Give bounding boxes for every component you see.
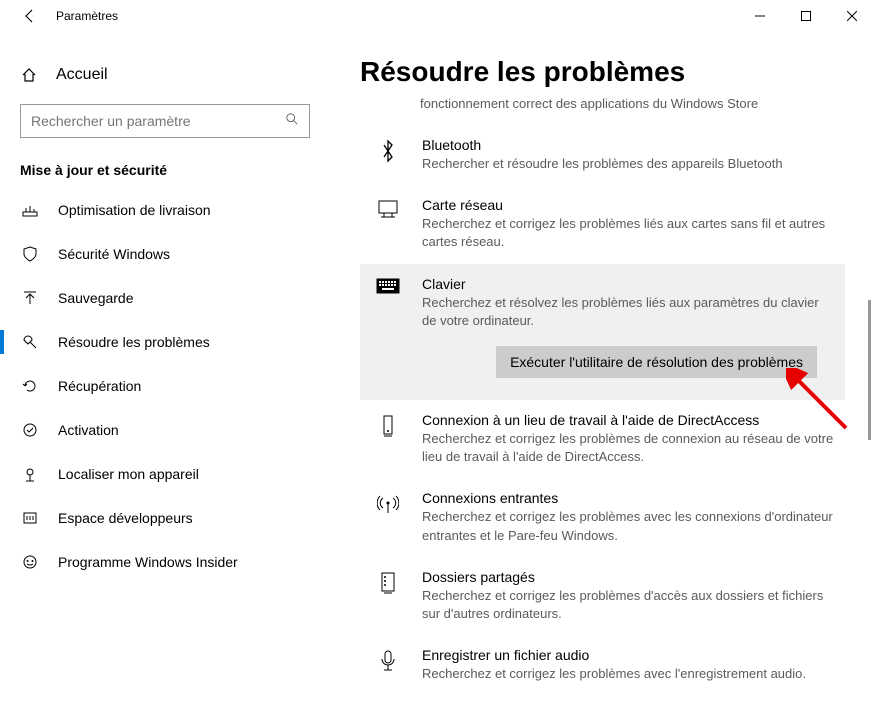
troubleshooter-title: Connexion à un lieu de travail à l'aide … [422, 412, 835, 428]
titlebar: Paramètres [0, 0, 875, 32]
home-label: Accueil [56, 66, 108, 84]
sidebar-item-label: Programme Windows Insider [58, 554, 238, 570]
sidebar-item-label: Localiser mon appareil [58, 466, 199, 482]
troubleshooter-desc: Recherchez et résolvez les problèmes lié… [422, 294, 835, 330]
troubleshooter-list: Bluetooth Rechercher et résoudre les pro… [360, 125, 845, 695]
delivery-icon [20, 202, 40, 218]
troubleshooter-desc: Recherchez et corrigez les problèmes de … [422, 430, 835, 466]
troubleshooter-title: Bluetooth [422, 137, 835, 153]
sidebar-item-label: Sauvegarde [58, 290, 134, 306]
troubleshooter-desc: Recherchez et corrigez les problèmes ave… [422, 508, 835, 544]
troubleshoot-icon [20, 334, 40, 350]
developers-icon [20, 510, 40, 526]
troubleshooter-title: Dossiers partagés [422, 569, 835, 585]
minimize-button[interactable] [737, 0, 783, 32]
location-icon [20, 466, 40, 482]
home-button[interactable]: Accueil [0, 60, 330, 94]
scrollbar[interactable] [868, 300, 871, 440]
sidebar-item-activation[interactable]: Activation [0, 408, 330, 452]
sidebar: Accueil Mise à jour et sécurité Optimisa… [0, 32, 330, 702]
sidebar-item-windows-security[interactable]: Sécurité Windows [0, 232, 330, 276]
sidebar-item-label: Activation [58, 422, 119, 438]
sidebar-item-find-my-device[interactable]: Localiser mon appareil [0, 452, 330, 496]
keyboard-icon [370, 276, 406, 388]
shield-icon [20, 246, 40, 262]
sidebar-item-label: Résoudre les problèmes [58, 334, 210, 350]
sidebar-item-for-developers[interactable]: Espace développeurs [0, 496, 330, 540]
backup-icon [20, 290, 40, 306]
sidebar-item-windows-insider[interactable]: Programme Windows Insider [0, 540, 330, 584]
sidebar-item-recovery[interactable]: Récupération [0, 364, 330, 408]
troubleshooter-item-directaccess[interactable]: Connexion à un lieu de travail à l'aide … [360, 400, 845, 478]
activation-icon [20, 422, 40, 438]
search-field[interactable] [31, 113, 285, 129]
nav-list: Optimisation de livraison Sécurité Windo… [0, 188, 330, 584]
network-adapter-icon [370, 197, 406, 251]
antenna-icon [370, 490, 406, 544]
troubleshooter-title: Connexions entrantes [422, 490, 835, 506]
shared-folders-icon [370, 569, 406, 623]
search-input[interactable] [20, 104, 310, 138]
page-title: Résoudre les problèmes [360, 56, 845, 88]
home-icon [20, 67, 38, 83]
window-title: Paramètres [56, 9, 118, 23]
sidebar-item-troubleshoot[interactable]: Résoudre les problèmes [0, 320, 330, 364]
sidebar-item-label: Espace développeurs [58, 510, 193, 526]
microphone-icon [370, 647, 406, 683]
sidebar-item-delivery-optimization[interactable]: Optimisation de livraison [0, 188, 330, 232]
troubleshooter-desc: Rechercher et résoudre les problèmes des… [422, 155, 835, 173]
troubleshooter-item-keyboard[interactable]: Clavier Recherchez et résolvez les probl… [360, 264, 845, 400]
recovery-icon [20, 378, 40, 394]
page-subdesc: fonctionnement correct des applications … [420, 96, 845, 111]
troubleshooter-item-incoming-connections[interactable]: Connexions entrantes Recherchez et corri… [360, 478, 845, 556]
troubleshooter-desc: Recherchez et corrigez les problèmes ave… [422, 665, 835, 683]
sidebar-item-label: Optimisation de livraison [58, 202, 211, 218]
directaccess-icon [370, 412, 406, 466]
run-troubleshooter-button[interactable]: Exécuter l'utilitaire de résolution des … [496, 346, 817, 378]
troubleshooter-item-recording-audio[interactable]: Enregistrer un fichier audio Recherchez … [360, 635, 845, 695]
sidebar-item-backup[interactable]: Sauvegarde [0, 276, 330, 320]
maximize-button[interactable] [783, 0, 829, 32]
sidebar-item-label: Sécurité Windows [58, 246, 170, 262]
close-button[interactable] [829, 0, 875, 32]
back-button[interactable] [16, 8, 44, 24]
troubleshooter-title: Carte réseau [422, 197, 835, 213]
troubleshooter-item-shared-folders[interactable]: Dossiers partagés Recherchez et corrigez… [360, 557, 845, 635]
bluetooth-icon [370, 137, 406, 173]
main-content: Résoudre les problèmes fonctionnement co… [330, 32, 875, 702]
section-title: Mise à jour et sécurité [0, 156, 330, 188]
troubleshooter-title: Enregistrer un fichier audio [422, 647, 835, 663]
insider-icon [20, 554, 40, 570]
troubleshooter-desc: Recherchez et corrigez les problèmes d'a… [422, 587, 835, 623]
troubleshooter-title: Clavier [422, 276, 835, 292]
troubleshooter-desc: Recherchez et corrigez les problèmes lié… [422, 215, 835, 251]
troubleshooter-item-network-adapter[interactable]: Carte réseau Recherchez et corrigez les … [360, 185, 845, 263]
search-icon [285, 112, 299, 131]
sidebar-item-label: Récupération [58, 378, 141, 394]
troubleshooter-item-bluetooth[interactable]: Bluetooth Rechercher et résoudre les pro… [360, 125, 845, 185]
